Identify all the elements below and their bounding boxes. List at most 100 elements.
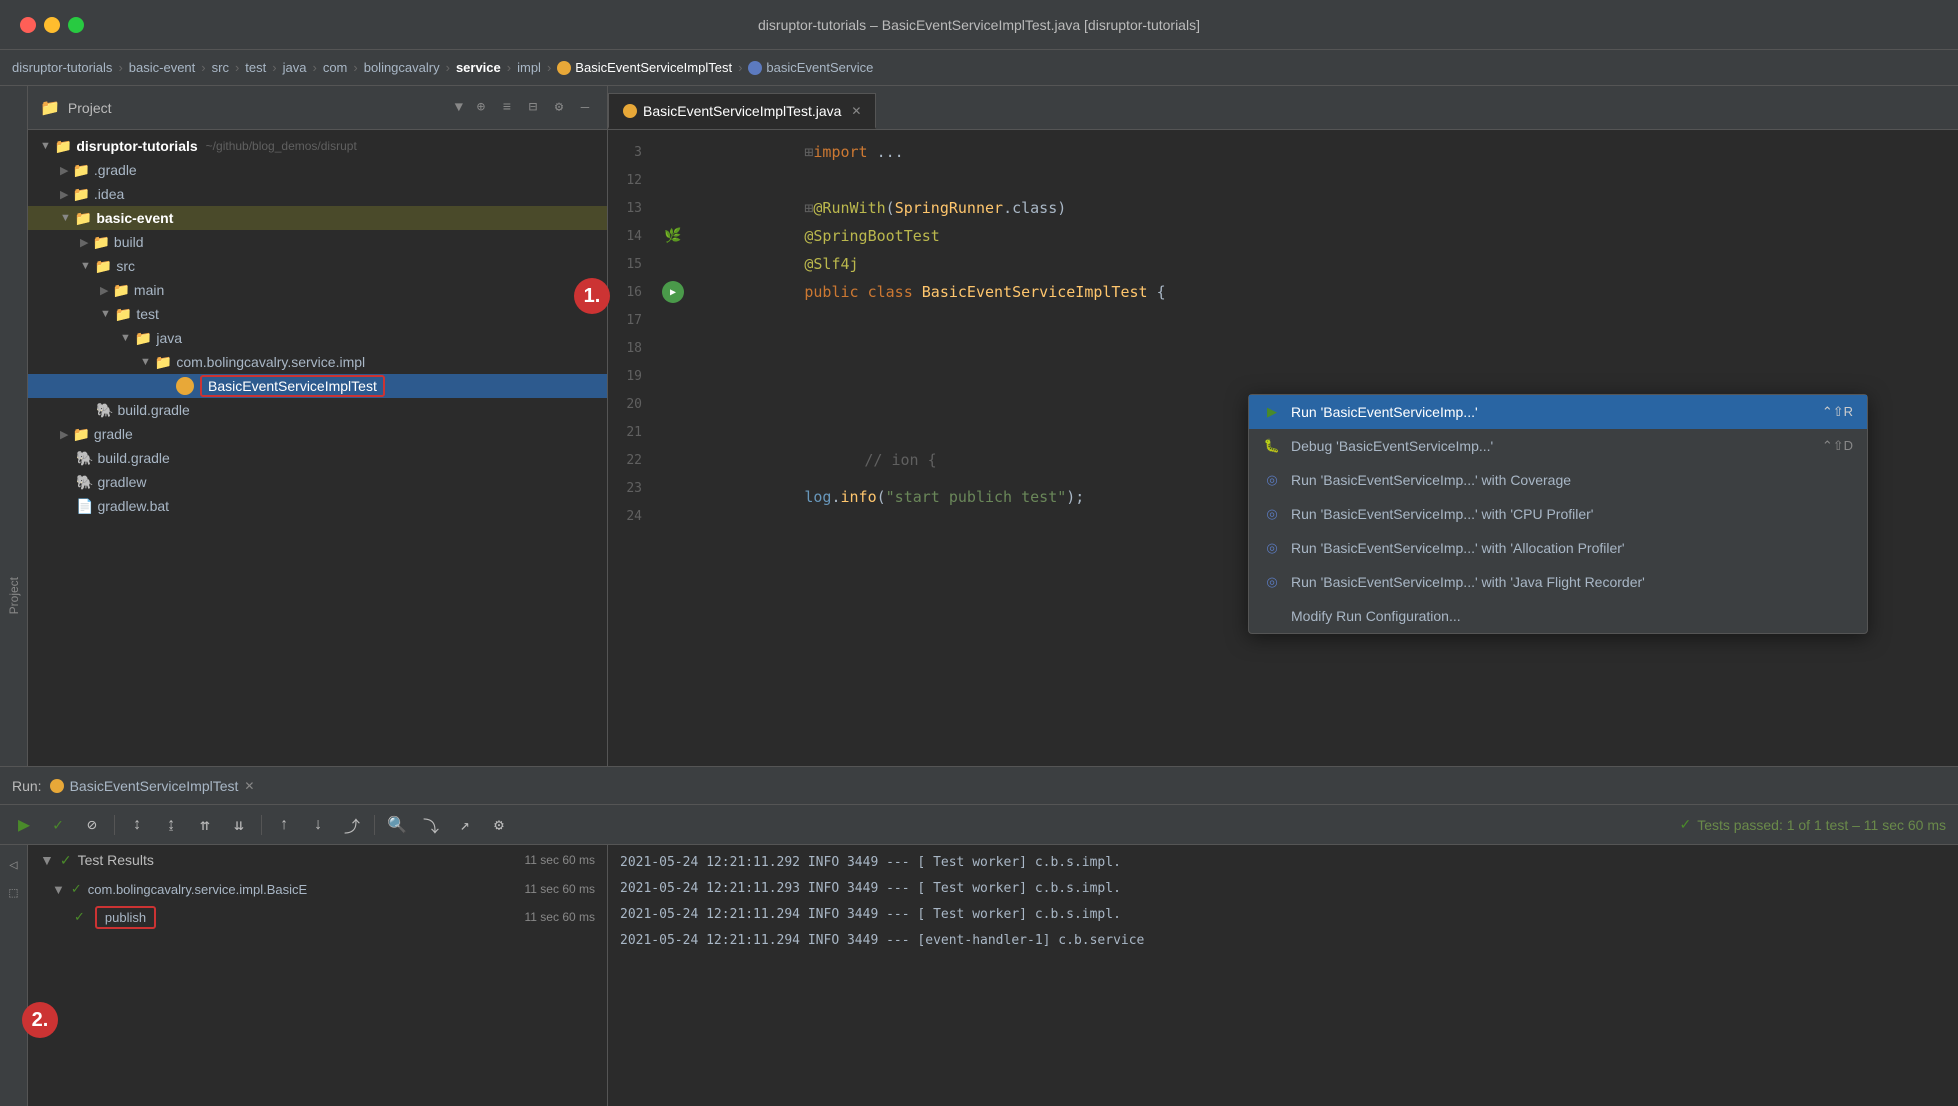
menu-item-flight[interactable]: ◎ Run 'BasicEventServiceImp...' with 'Ja… [1249,565,1867,599]
run-tab-close[interactable]: ✕ [244,779,254,793]
maximize-button[interactable] [68,17,84,33]
log-text-1: 2021-05-24 12:21:11.293 INFO 3449 --- [ … [620,881,1121,896]
step-1-badge: 1. [574,278,610,314]
tree-item-src[interactable]: ▼ 📁 src [28,254,607,278]
down-arrow-icon[interactable]: ↓ [306,813,330,837]
breadcrumb-item-3[interactable]: test [245,60,266,75]
settings-icon[interactable]: ⚙ [549,98,569,118]
tree-label-gradlew-bat: gradlew.bat [97,498,169,514]
menu-item-coverage[interactable]: ◎ Run 'BasicEventServiceImp...' with Cov… [1249,463,1867,497]
tab-file-icon [623,104,637,118]
tree-label-test: test [136,306,159,322]
tree-item-gradle-dir[interactable]: ▶ 📁 gradle [28,422,607,446]
bottom-strip-icon-1[interactable]: ◁ [2,853,26,877]
sort-icon[interactable]: ↨ [159,813,183,837]
import-icon[interactable]: ⤵ [419,813,443,837]
export-icon[interactable]: ⤴ [340,813,364,837]
breadcrumb-item-5[interactable]: com [323,60,348,75]
tree-item-testfile[interactable]: BasicEventServiceImplTest [28,374,607,398]
menu-item-alloc-label: Run 'BasicEventServiceImp...' with 'Allo… [1291,540,1625,556]
tree-item-java[interactable]: ▼ 📁 java [28,326,607,350]
tree-item-test[interactable]: ▼ 📁 test [28,302,607,326]
flight-icon: ◎ [1263,573,1281,591]
sidebar-dropdown-arrow[interactable]: ▼ [455,100,463,116]
tree-item-build-gradle-inner[interactable]: 🐘 build.gradle [28,398,607,422]
publish-test-row[interactable]: ✓ publish 11 sec 60 ms [28,903,607,931]
tab-bar: BasicEventServiceImplTest.java ✕ [608,86,1958,130]
run-icon: ▶ [1263,403,1281,421]
tab-close-btn[interactable]: ✕ [851,104,861,118]
test-suite-row[interactable]: ▼ ✓ com.bolingcavalry.service.impl.Basic… [28,875,607,903]
tree-item-root[interactable]: ▼ 📁 disruptor-tutorials ~/github/blog_de… [28,134,607,158]
tree-item-basic-event[interactable]: ▼ 📁 basic-event [28,206,607,230]
collapse-all-icon[interactable]: ⇊ [227,813,251,837]
tree-label-build: build [114,234,144,250]
breadcrumb-item-2[interactable]: src [212,60,229,75]
collapse-icon[interactable]: ≡ [497,98,517,118]
tree-label-basic-event: basic-event [96,210,173,226]
folder-icon-java: 📁 [135,330,152,347]
breadcrumb-item-9[interactable]: BasicEventServiceImplTest [575,60,732,75]
run-button-gutter[interactable]: ▶ [662,281,684,303]
sidebar-title: Project [68,100,447,116]
run-toolbar-icon[interactable]: ▶ [12,813,36,837]
tree-label-gradle: .gradle [94,162,137,178]
bottom-strip-icon-2[interactable]: ⬚ [2,881,26,905]
locate-icon[interactable]: ⊕ [471,98,491,118]
close-button[interactable] [20,17,36,33]
menu-item-run[interactable]: ▶ Run 'BasicEventServiceImp...' ⌃⇧R [1249,395,1867,429]
tree-item-build-gradle-root[interactable]: 🐘 build.gradle [28,446,607,470]
test-results-header: ▼ ✓ Test Results 11 sec 60 ms [28,845,607,875]
line-num-19: 19 [608,369,658,384]
alloc-icon: ◎ [1263,539,1281,557]
breadcrumb-item-7[interactable]: service [456,60,501,75]
tree-item-idea[interactable]: ▶ 📁 .idea [28,182,607,206]
tree-item-build[interactable]: ▶ 📁 build [28,230,607,254]
menu-item-debug[interactable]: 🐛 Debug 'BasicEventServiceImp...' ⌃⇧D [1249,429,1867,463]
breadcrumb-item-8[interactable]: impl [517,60,541,75]
breadcrumb: disruptor-tutorials › basic-event › src … [0,50,1958,86]
toolbar-sep-3 [374,815,375,835]
tree-item-gradle[interactable]: ▶ 📁 .gradle [28,158,607,182]
settings2-icon[interactable]: ⚙ [487,813,511,837]
menu-item-alloc[interactable]: ◎ Run 'BasicEventServiceImp...' with 'Al… [1249,531,1867,565]
sidebar-toolbar: ⊕ ≡ ⊟ ⚙ — [471,98,595,118]
filter-icon[interactable]: ⊟ [523,98,543,118]
stop-toolbar-icon[interactable]: ⊘ [80,813,104,837]
line-num-22: 22 [608,453,658,468]
window-controls[interactable] [20,17,84,33]
tree-label-build-gradle-root: build.gradle [97,450,169,466]
breadcrumb-item-4[interactable]: java [283,60,307,75]
expand-all-icon[interactable]: ⇈ [193,813,217,837]
tree-item-gradlew-bat[interactable]: 📄 gradlew.bat [28,494,607,518]
run-tab: BasicEventServiceImplTest ✕ [50,778,255,794]
tree-item-main[interactable]: ▶ 📁 main [28,278,607,302]
test-file-icon [176,377,194,395]
editor-tab-main[interactable]: BasicEventServiceImplTest.java ✕ [608,93,876,129]
tab-label: BasicEventServiceImplTest.java [643,103,841,119]
breadcrumb-item-0[interactable]: disruptor-tutorials [12,60,112,75]
minimize-button[interactable] [44,17,60,33]
breadcrumb-item-1[interactable]: basic-event [129,60,195,75]
breadcrumb-item-10[interactable]: basicEventService [766,60,873,75]
coverage-icon: ◎ [1263,471,1281,489]
breadcrumb-item-6[interactable]: bolingcavalry [364,60,440,75]
log-line-0: 2021-05-24 12:21:11.292 INFO 3449 --- [ … [620,849,1946,875]
rerun-icon[interactable]: ↕ [125,813,149,837]
export2-icon[interactable]: ↗ [453,813,477,837]
log-line-2: 2021-05-24 12:21:11.294 INFO 3449 --- [ … [620,901,1946,927]
tree-item-gradlew[interactable]: 🐘 gradlew [28,470,607,494]
gradle-icon-inner: 🐘 [96,402,113,419]
menu-item-cpu[interactable]: ◎ Run 'BasicEventServiceImp...' with 'CP… [1249,497,1867,531]
tree-item-pkg[interactable]: ▼ 📁 com.bolingcavalry.service.impl [28,350,607,374]
tree-label-pkg: com.bolingcavalry.service.impl [176,354,365,370]
step-2-badge: 2. [22,1002,58,1038]
menu-item-modify[interactable]: Modify Run Configuration... [1249,599,1867,633]
line-num-20: 20 [608,397,658,412]
search-icon[interactable]: 🔍 [385,813,409,837]
close-panel-icon[interactable]: — [575,98,595,118]
up-arrow-icon[interactable]: ↑ [272,813,296,837]
check-toolbar-icon[interactable]: ✓ [46,813,70,837]
publish-text: publish [105,910,146,925]
publish-label: publish [95,906,156,929]
